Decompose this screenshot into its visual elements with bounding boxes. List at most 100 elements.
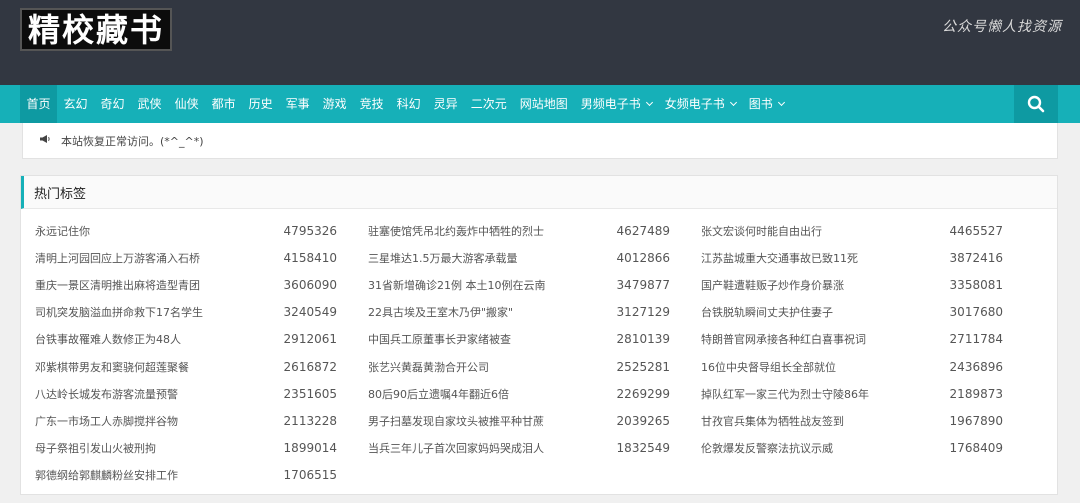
hot-tag-count: 3017680 xyxy=(949,305,1003,320)
hot-tag-item[interactable]: 伦敦爆发反警察法抗议示威 1768409 xyxy=(701,435,1034,462)
hot-tag-item[interactable]: 永远记住你 4795326 xyxy=(35,217,368,244)
hot-tag-title[interactable]: 中国兵工原董事长尹家绪被查 xyxy=(368,331,614,347)
hot-tag-title[interactable]: 甘孜官兵集体为牺牲战友签到 xyxy=(701,413,947,429)
nav-item-label: 军事 xyxy=(285,97,310,111)
hot-tag-title[interactable]: 司机突发脑溢血拼命救下17名学生 xyxy=(35,304,281,320)
hot-tag-item[interactable]: 甘孜官兵集体为牺牲战友签到 1967890 xyxy=(701,407,1034,434)
nav-item-2[interactable]: 奇幻 xyxy=(94,85,131,123)
nav-item-5[interactable]: 都市 xyxy=(205,85,242,123)
nav-item-label: 网站地图 xyxy=(519,97,568,111)
nav-item-label: 都市 xyxy=(211,97,236,111)
hot-tag-count: 1768409 xyxy=(949,441,1003,456)
hot-tag-item[interactable]: 31省新增确诊21例 本土10例在云南 3479877 xyxy=(368,271,701,298)
hot-tag-item[interactable]: 台铁脱轨瞬间丈夫护住妻子 3017680 xyxy=(701,299,1034,326)
nav-item-9[interactable]: 竞技 xyxy=(353,85,390,123)
nav-item-15[interactable]: 女频电子书 xyxy=(658,85,742,123)
hot-tag-item[interactable]: 三星堆达1.5万最大游客承载量 4012866 xyxy=(368,244,701,271)
hot-tag-title[interactable]: 当兵三年儿子首次回家妈妈哭成泪人 xyxy=(368,440,614,456)
nav-item-label: 二次元 xyxy=(470,97,507,111)
hot-tag-title[interactable]: 台铁事故罹难人数修正为48人 xyxy=(35,331,281,347)
search-button[interactable] xyxy=(1014,85,1058,123)
site-header: 精校藏书 公众号懒人找资源 xyxy=(0,0,1080,85)
hot-tag-item[interactable]: 当兵三年儿子首次回家妈妈哭成泪人 1832549 xyxy=(368,435,701,462)
hot-tag-title[interactable]: 台铁脱轨瞬间丈夫护住妻子 xyxy=(701,304,947,320)
nav-item-12[interactable]: 二次元 xyxy=(464,85,513,123)
hot-tag-count: 4012866 xyxy=(616,250,670,265)
hot-tag-title[interactable]: 16位中央督导组长全部就位 xyxy=(701,359,947,375)
hot-tag-title[interactable]: 特朗普官网承接各种红白喜事祝词 xyxy=(701,331,947,347)
nav-item-label: 女频电子书 xyxy=(664,97,725,111)
hot-tag-title[interactable]: 母子祭祖引发山火被刑拘 xyxy=(35,440,281,456)
hot-tag-title[interactable]: 邓紫棋带男友和窦骁何超莲聚餐 xyxy=(35,359,281,375)
hot-tag-item[interactable]: 驻塞使馆凭吊北约轰炸中牺牲的烈士 4627489 xyxy=(368,217,701,244)
hot-tag-count: 2189873 xyxy=(949,386,1003,401)
nav-item-14[interactable]: 男频电子书 xyxy=(574,85,658,123)
hot-tag-count: 3872416 xyxy=(949,250,1003,265)
hot-tag-item[interactable]: 邓紫棋带男友和窦骁何超莲聚餐 2616872 xyxy=(35,353,368,380)
hot-tag-item[interactable]: 男子扫墓发现自家坟头被推平种甘蔗 2039265 xyxy=(368,407,701,434)
nav-item-label: 灵异 xyxy=(433,97,458,111)
hot-tags-grid: 永远记住你 4795326 驻塞使馆凭吊北约轰炸中牺牲的烈士 4627489 张文宏谈何… xyxy=(21,209,1057,489)
hot-tag-item[interactable]: 母子祭祖引发山火被刑拘 1899014 xyxy=(35,435,368,462)
nav-item-label: 玄幻 xyxy=(63,97,88,111)
hot-tag-item[interactable]: 台铁事故罹难人数修正为48人 2912061 xyxy=(35,326,368,353)
nav-item-13[interactable]: 网站地图 xyxy=(513,85,574,123)
hot-tag-item[interactable]: 郭德纲给郭麒麟粉丝安排工作 1706515 xyxy=(35,462,368,489)
nav-item-3[interactable]: 武侠 xyxy=(131,85,168,123)
hot-tag-item[interactable]: 张文宏谈何时能自由出行 4465527 xyxy=(701,217,1034,244)
nav-item-10[interactable]: 科幻 xyxy=(390,85,427,123)
hot-tag-title[interactable]: 八达岭长城发布游客流量预警 xyxy=(35,386,281,402)
hot-tag-item[interactable]: 16位中央督导组长全部就位 2436896 xyxy=(701,353,1034,380)
hot-tag-title[interactable]: 31省新增确诊21例 本土10例在云南 xyxy=(368,277,614,293)
hot-tag-title[interactable]: 郭德纲给郭麒麟粉丝安排工作 xyxy=(35,467,281,483)
nav-item-6[interactable]: 历史 xyxy=(242,85,279,123)
hot-tag-item[interactable]: 掉队红军一家三代为烈士守陵86年 2189873 xyxy=(701,380,1034,407)
hot-tag-title[interactable]: 三星堆达1.5万最大游客承载量 xyxy=(368,250,614,266)
hot-tag-item[interactable]: 广东一市场工人赤脚搅拌谷物 2113228 xyxy=(35,407,368,434)
hot-tag-count: 2039265 xyxy=(616,413,670,428)
hot-tag-title[interactable]: 清明上河园回应上万游客涌入石桥 xyxy=(35,250,281,266)
hot-tag-title[interactable]: 重庆一景区清明推出麻将造型青团 xyxy=(35,277,281,293)
hot-tag-item[interactable]: 80后90后立遗嘱4年翻近6倍 2269299 xyxy=(368,380,701,407)
nav-item-0[interactable]: 首页 xyxy=(20,85,58,123)
nav-item-label: 科幻 xyxy=(396,97,421,111)
hot-tag-item[interactable]: 国产鞋遭鞋贩子炒作身价暴涨 3358081 xyxy=(701,271,1034,298)
site-logo[interactable]: 精校藏书 xyxy=(20,8,173,51)
hot-tag-item[interactable]: 特朗普官网承接各种红白喜事祝词 2711784 xyxy=(701,326,1034,353)
nav-item-1[interactable]: 玄幻 xyxy=(57,85,94,123)
hot-tag-item[interactable]: 张艺兴黄磊黄渤合开公司 2525281 xyxy=(368,353,701,380)
hot-tag-item[interactable]: 清明上河园回应上万游客涌入石桥 4158410 xyxy=(35,244,368,271)
hot-tag-title[interactable]: 22具古埃及王室木乃伊"搬家" xyxy=(368,304,614,320)
hot-tag-count: 3358081 xyxy=(949,277,1003,292)
hot-tag-title[interactable]: 江苏盐城重大交通事故已致11死 xyxy=(701,250,947,266)
notice-text: 本站恢复正常访问。(*^_^*) xyxy=(61,134,204,148)
hot-tag-title[interactable]: 张文宏谈何时能自由出行 xyxy=(701,223,947,239)
hot-tag-item[interactable]: 22具古埃及王室木乃伊"搬家" 3127129 xyxy=(368,299,701,326)
hot-tag-title[interactable]: 80后90后立遗嘱4年翻近6倍 xyxy=(368,386,614,402)
hot-tag-item[interactable]: 江苏盐城重大交通事故已致11死 3872416 xyxy=(701,244,1034,271)
hot-tag-title[interactable]: 驻塞使馆凭吊北约轰炸中牺牲的烈士 xyxy=(368,223,614,239)
hot-tag-count: 4795326 xyxy=(283,223,337,238)
nav-item-4[interactable]: 仙侠 xyxy=(168,85,205,123)
nav-item-label: 首页 xyxy=(26,97,51,111)
hot-tag-count: 2711784 xyxy=(949,332,1003,347)
search-icon xyxy=(1027,95,1045,113)
hot-tag-item[interactable]: 中国兵工原董事长尹家绪被查 2810139 xyxy=(368,326,701,353)
hot-tag-title[interactable]: 国产鞋遭鞋贩子炒作身价暴涨 xyxy=(701,277,947,293)
hot-tag-title[interactable]: 永远记住你 xyxy=(35,223,281,239)
hot-tag-count: 3479877 xyxy=(616,277,670,292)
hot-tag-title[interactable]: 男子扫墓发现自家坟头被推平种甘蔗 xyxy=(368,413,614,429)
nav-item-7[interactable]: 军事 xyxy=(279,85,316,123)
hot-tag-title[interactable]: 广东一市场工人赤脚搅拌谷物 xyxy=(35,413,281,429)
hot-tag-count: 1706515 xyxy=(283,468,337,483)
hot-tag-item[interactable]: 重庆一景区清明推出麻将造型青团 3606090 xyxy=(35,271,368,298)
nav-item-8[interactable]: 游戏 xyxy=(316,85,353,123)
nav-item-16[interactable]: 图书 xyxy=(742,85,790,123)
hot-tag-title[interactable]: 掉队红军一家三代为烈士守陵86年 xyxy=(701,386,947,402)
hot-tag-item[interactable]: 八达岭长城发布游客流量预警 2351605 xyxy=(35,380,368,407)
speaker-icon xyxy=(39,134,51,147)
hot-tag-title[interactable]: 伦敦爆发反警察法抗议示威 xyxy=(701,440,947,456)
hot-tag-item[interactable]: 司机突发脑溢血拼命救下17名学生 3240549 xyxy=(35,299,368,326)
nav-item-11[interactable]: 灵异 xyxy=(427,85,464,123)
hot-tag-title[interactable]: 张艺兴黄磊黄渤合开公司 xyxy=(368,359,614,375)
